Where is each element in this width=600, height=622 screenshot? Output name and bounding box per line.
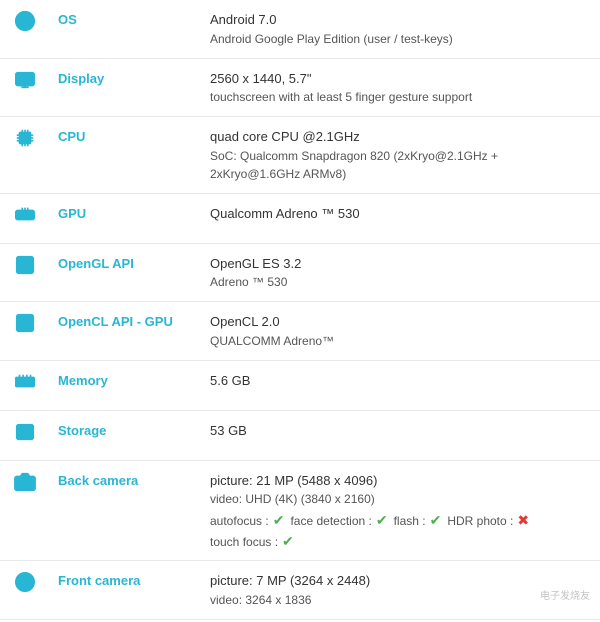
memory-value: 5.6 GB	[200, 361, 600, 401]
watermark-text: 电子发烧友	[540, 587, 590, 602]
backcamera-features: autofocus : ✔face detection : ✔flash : ✔…	[210, 512, 590, 529]
spec-row-frontcamera: Front camera picture: 7 MP (3264 x 2448)v…	[0, 561, 600, 620]
frontcamera-sub-value: video: 3264 x 1836	[210, 591, 590, 609]
cpu-sub-value: SoC: Qualcomm Snapdragon 820 (2xKryo@2.1…	[210, 147, 590, 183]
os-main-value: Android 7.0	[210, 10, 590, 30]
feature-label: HDR photo :	[447, 514, 513, 528]
frontcamera-main-value: picture: 7 MP (3264 x 2448)	[210, 571, 590, 591]
backcamera-features2: touch focus : ✔	[210, 533, 590, 550]
opencl-icon	[0, 302, 50, 344]
os-value: Android 7.0Android Google Play Edition (…	[200, 0, 600, 58]
opencl-main-value: OpenCL 2.0	[210, 312, 590, 332]
spec-row-opencl: OpenCL API - GPU OpenCL 2.0QUALCOMM Adren…	[0, 302, 600, 361]
display-main-value: 2560 x 1440, 5.7"	[210, 69, 590, 89]
feature-check: ✔	[430, 512, 442, 529]
spec-row-os: OS OS Android 7.0Android Google Play Edit…	[0, 0, 600, 59]
display-sub-value: touchscreen with at least 5 finger gestu…	[210, 88, 590, 106]
spec-row-backcamera: Back camera picture: 21 MP (5488 x 4096)v…	[0, 461, 600, 562]
feature-label: flash :	[394, 514, 426, 528]
cpu-value: quad core CPU @2.1GHzSoC: Qualcomm Snapd…	[200, 117, 600, 193]
opengl-value: OpenGL ES 3.2Adreno ™ 530	[200, 244, 600, 302]
memory-main-value: 5.6 GB	[210, 371, 590, 391]
opencl-label: OpenCL API - GPU	[58, 314, 173, 329]
feature-check: ✔	[273, 512, 285, 529]
spec-row-memory: Memory 5.6 GB	[0, 361, 600, 411]
backcamera-label: Back camera	[58, 473, 138, 488]
feature-item: autofocus : ✔	[210, 512, 286, 529]
os-label: OS	[58, 12, 77, 27]
feature-item: touch focus : ✔	[210, 533, 296, 550]
feature-label: touch focus :	[210, 535, 278, 549]
storage-main-value: 53 GB	[210, 421, 590, 441]
gpu-main-value: Qualcomm Adreno ™ 530	[210, 204, 590, 224]
cpu-label: CPU	[58, 129, 85, 144]
storage-value: 53 GB	[200, 411, 600, 451]
opengl-main-value: OpenGL ES 3.2	[210, 254, 590, 274]
spec-row-gpu: GPU Qualcomm Adreno ™ 530	[0, 194, 600, 244]
feature-check: ✔	[376, 512, 388, 529]
os-sub-value: Android Google Play Edition (user / test…	[210, 30, 590, 48]
frontcamera-label: Front camera	[58, 573, 140, 588]
backcamera-icon	[0, 461, 50, 503]
display-label: Display	[58, 71, 104, 86]
feature-label: autofocus :	[210, 514, 269, 528]
storage-icon	[0, 411, 50, 453]
storage-label: Storage	[58, 423, 106, 438]
feature-check: ✖	[517, 512, 529, 529]
spec-row-storage: Storage 53 GB	[0, 411, 600, 461]
feature-item: flash : ✔	[394, 512, 444, 529]
cpu-icon	[0, 117, 50, 159]
opengl-icon	[0, 244, 50, 286]
opencl-sub-value: QUALCOMM Adreno™	[210, 332, 590, 350]
gpu-value: Qualcomm Adreno ™ 530	[200, 194, 600, 234]
opengl-sub-value: Adreno ™ 530	[210, 273, 590, 291]
spec-row-display: Display 2560 x 1440, 5.7"touchscreen with…	[0, 59, 600, 118]
frontcamera-icon	[0, 561, 50, 603]
spec-row-cpu: CPU quad core CPU @2.1GHzSoC: Qualcomm Sn…	[0, 117, 600, 194]
feature-item: HDR photo : ✖	[447, 512, 531, 529]
backcamera-value: picture: 21 MP (5488 x 4096)video: UHD (…	[200, 461, 600, 561]
backcamera-main-value: picture: 21 MP (5488 x 4096)	[210, 471, 590, 491]
os-icon: OS	[0, 0, 50, 42]
display-value: 2560 x 1440, 5.7"touchscreen with at lea…	[200, 59, 600, 117]
display-icon	[0, 59, 50, 101]
feature-item: face detection : ✔	[290, 512, 389, 529]
gpu-icon	[0, 194, 50, 236]
opengl-label: OpenGL API	[58, 256, 134, 271]
feature-label: face detection :	[290, 514, 371, 528]
gpu-label: GPU	[58, 206, 86, 221]
memory-icon	[0, 361, 50, 403]
opencl-value: OpenCL 2.0QUALCOMM Adreno™	[200, 302, 600, 360]
memory-label: Memory	[58, 373, 108, 388]
cpu-main-value: quad core CPU @2.1GHz	[210, 127, 590, 147]
svg-text:OS: OS	[19, 18, 31, 27]
spec-list: OS OS Android 7.0Android Google Play Edit…	[0, 0, 600, 620]
feature-check: ✔	[282, 533, 294, 550]
spec-row-opengl: OpenGL API OpenGL ES 3.2Adreno ™ 530	[0, 244, 600, 303]
backcamera-sub-value: video: UHD (4K) (3840 x 2160)	[210, 490, 590, 508]
